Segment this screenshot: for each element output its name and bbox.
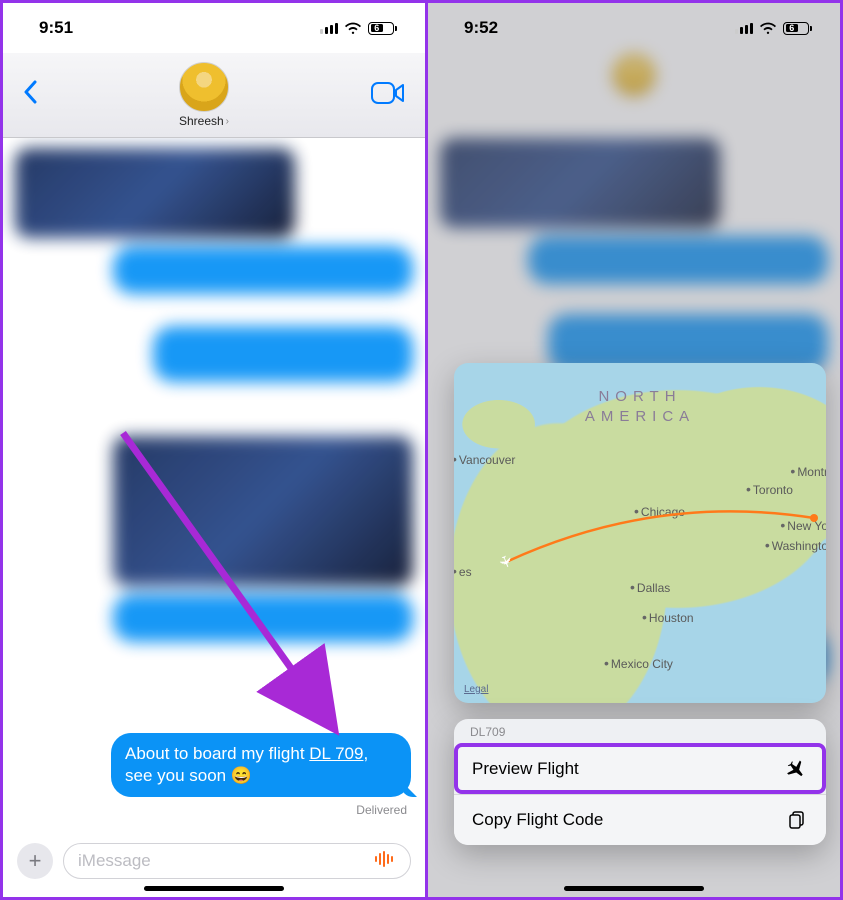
battery-icon: 6	[783, 22, 812, 35]
copy-flight-code-button[interactable]: Copy Flight Code	[454, 794, 826, 845]
conversation-header: Shreesh ›	[3, 53, 425, 138]
status-time: 9:52	[464, 18, 498, 38]
status-time: 9:51	[39, 18, 73, 38]
contact-info[interactable]: Shreesh ›	[179, 62, 229, 128]
cellular-signal-icon	[735, 23, 753, 34]
map-legal-link[interactable]: Legal	[464, 684, 488, 695]
menu-item-label: Preview Flight	[472, 759, 579, 779]
contact-avatar	[179, 62, 229, 112]
airplane-icon	[786, 758, 808, 780]
wifi-icon	[344, 21, 362, 35]
cellular-signal-icon	[320, 23, 338, 34]
back-button[interactable]	[23, 78, 37, 112]
home-indicator[interactable]	[564, 886, 704, 891]
menu-flight-code: DL709	[454, 719, 826, 743]
messages-screenshot-left: 9:51 6 Shreesh ›	[3, 3, 428, 897]
chevron-right-icon: ›	[226, 116, 229, 127]
delivered-status: Delivered	[356, 803, 407, 817]
contact-name-label: Shreesh	[179, 114, 224, 128]
message-input-bar: + iMessage	[3, 843, 425, 879]
copy-icon	[786, 809, 808, 831]
preview-flight-button[interactable]: Preview Flight	[454, 743, 826, 794]
input-placeholder: iMessage	[78, 851, 151, 871]
status-icons: 6	[320, 21, 397, 35]
flight-context-menu: DL709 Preview Flight Copy Flight Code	[454, 719, 826, 845]
battery-icon: 6	[368, 22, 397, 35]
add-attachment-button[interactable]: +	[17, 843, 53, 879]
sent-message-bubble[interactable]: About to board my flight DL 709, see you…	[111, 733, 411, 797]
status-icons: 6	[735, 21, 812, 35]
menu-item-label: Copy Flight Code	[472, 810, 603, 830]
audio-message-icon[interactable]	[374, 851, 396, 872]
home-indicator[interactable]	[144, 886, 284, 891]
message-text-prefix: About to board my flight	[125, 744, 309, 763]
facetime-button[interactable]	[371, 82, 405, 109]
status-bar: 9:52 6	[428, 3, 840, 53]
wifi-icon	[759, 21, 777, 35]
flight-map-preview[interactable]: NORTH AMERICA Vancouver Chicago Toronto …	[454, 363, 826, 703]
status-bar: 9:51 6	[3, 3, 425, 53]
flight-preview-screenshot-right: 9:52 6 NORTH AMERICA Va	[428, 3, 840, 897]
flight-code-link[interactable]: DL 709	[309, 744, 363, 763]
flight-path	[454, 363, 826, 703]
message-text-input[interactable]: iMessage	[63, 843, 411, 879]
